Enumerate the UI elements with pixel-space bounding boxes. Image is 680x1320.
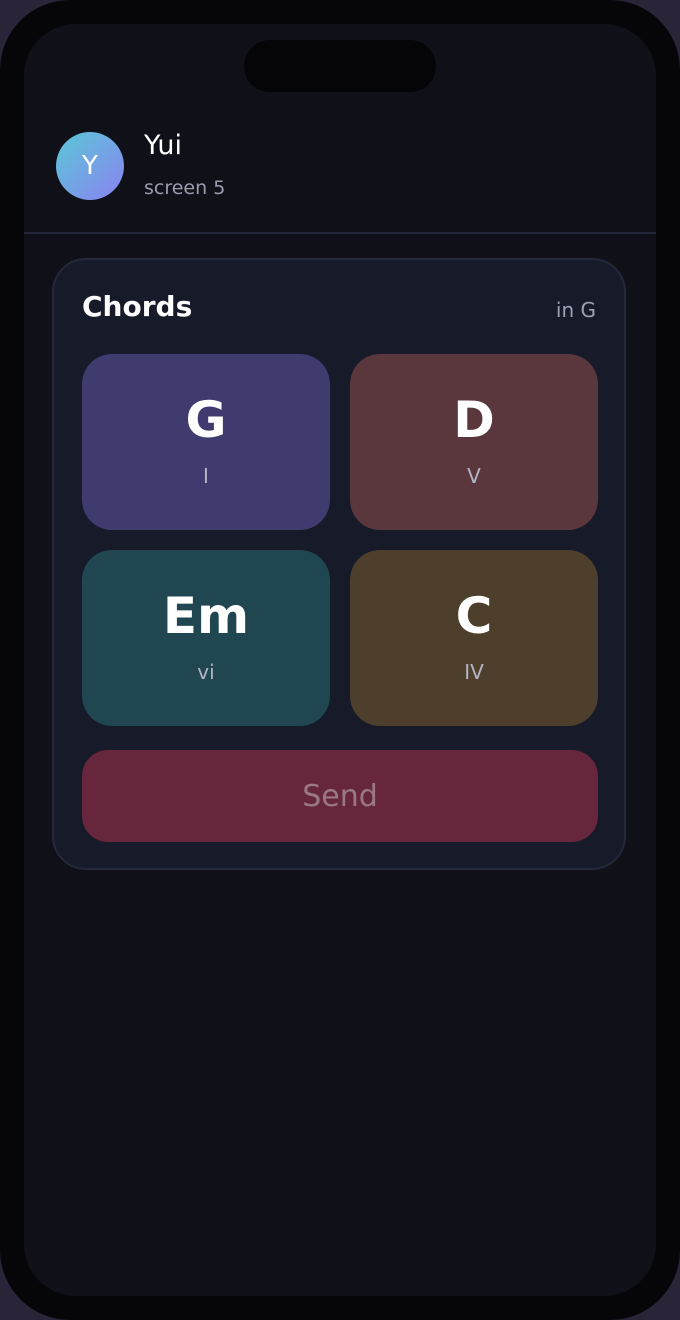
card-title: Chords	[82, 290, 193, 323]
chord-button-d[interactable]: D V	[350, 354, 598, 530]
chords-card: Chords in G G I D V Em vi C IV Send	[52, 258, 626, 870]
key-label: in G	[555, 298, 596, 322]
app-screen: Y Yui screen 5 Chords in G G I D V Em vi…	[24, 24, 656, 1296]
chord-button-em[interactable]: Em vi	[82, 550, 330, 726]
chord-name: D	[453, 391, 495, 449]
phone-frame: Y Yui screen 5 Chords in G G I D V Em vi…	[0, 0, 680, 1320]
chord-name: G	[185, 391, 227, 449]
avatar[interactable]: Y	[56, 132, 124, 200]
contact-subtitle: screen 5	[144, 177, 226, 199]
chord-numeral: V	[467, 464, 481, 488]
chord-name: Em	[162, 587, 250, 645]
chord-button-g[interactable]: G I	[82, 354, 330, 530]
chord-numeral: vi	[197, 660, 215, 684]
chord-numeral: IV	[464, 660, 484, 684]
chord-button-c[interactable]: C IV	[350, 550, 598, 726]
contact-name: Yui	[144, 130, 183, 161]
chat-header: Y Yui screen 5	[24, 24, 656, 234]
chord-name: C	[455, 587, 493, 645]
send-button[interactable]: Send	[82, 750, 598, 842]
chord-numeral: I	[203, 464, 209, 488]
